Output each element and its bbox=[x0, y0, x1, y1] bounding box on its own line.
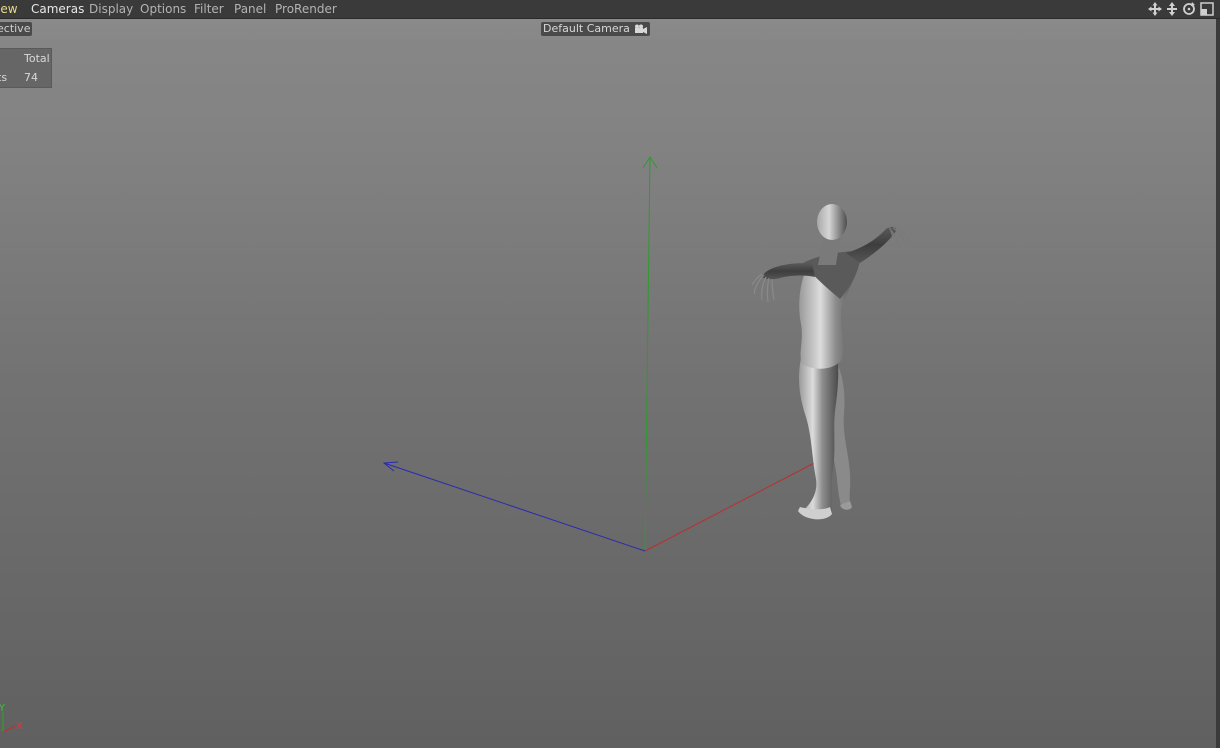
menu-view[interactable]: iew bbox=[0, 1, 18, 17]
gizmo-x-label: X bbox=[16, 721, 23, 732]
menu-cameras[interactable]: Cameras bbox=[31, 1, 84, 17]
character-right-leg bbox=[799, 349, 839, 518]
viewport-header: ective Default Camera bbox=[0, 19, 1216, 41]
character-figure[interactable] bbox=[751, 204, 913, 520]
projection-label[interactable]: ective bbox=[0, 22, 33, 36]
viewport-right-border bbox=[1216, 19, 1220, 748]
gizmo-x-axis bbox=[2, 725, 16, 733]
stats-row-value: 74 bbox=[24, 71, 38, 84]
viewport-menubar: iew Cameras Display Options Filter Panel… bbox=[0, 0, 1220, 19]
3d-viewport[interactable]: Y X ective Default Camera Total cts 74 bbox=[0, 19, 1216, 748]
statistics-overlay: Total cts 74 bbox=[0, 48, 52, 88]
stats-row-label: cts bbox=[0, 71, 8, 84]
world-x-axis bbox=[644, 458, 823, 552]
menu-filter[interactable]: Filter bbox=[194, 1, 224, 17]
menu-options[interactable]: Options bbox=[140, 1, 186, 17]
menu-prorender[interactable]: ProRender bbox=[275, 1, 337, 17]
maximize-icon[interactable] bbox=[1199, 1, 1215, 17]
viewport-window: iew Cameras Display Options Filter Panel… bbox=[0, 0, 1220, 748]
character-head bbox=[817, 204, 847, 240]
stats-column-header: Total bbox=[24, 52, 50, 65]
active-camera-label[interactable]: Default Camera bbox=[541, 22, 651, 36]
world-z-axis bbox=[383, 462, 646, 552]
move-icon[interactable] bbox=[1147, 1, 1163, 17]
scene-canvas[interactable]: Y X bbox=[0, 19, 1216, 748]
menu-display[interactable]: Display bbox=[89, 1, 133, 17]
axis-gizmo: Y X bbox=[0, 703, 23, 733]
gizmo-y-label: Y bbox=[0, 703, 6, 714]
dolly-icon[interactable] bbox=[1164, 1, 1180, 17]
world-y-axis bbox=[644, 156, 651, 552]
camera-name: Default Camera bbox=[543, 22, 630, 35]
character-left-arm bbox=[846, 226, 897, 263]
camera-icon bbox=[635, 24, 648, 34]
menu-panel[interactable]: Panel bbox=[234, 1, 266, 17]
rotate-icon[interactable] bbox=[1181, 1, 1197, 17]
